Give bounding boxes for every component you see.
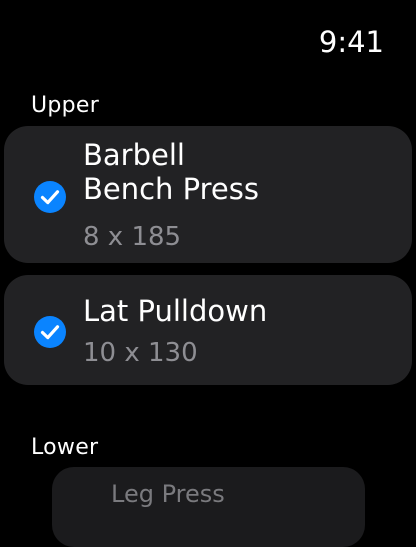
exercise-title: Barbell Bench Press [83, 138, 392, 206]
exercise-title: Lat Pulldown [83, 294, 268, 328]
section-header-lower: Lower [31, 435, 99, 460]
exercise-title-line-2: Bench Press [83, 172, 259, 206]
exercise-row-bench-press[interactable]: Barbell Bench Press 8 x 185 [4, 126, 412, 263]
exercise-row-lat-pulldown[interactable]: Lat Pulldown 10 x 130 [4, 275, 412, 385]
exercise-detail: 8 x 185 [83, 222, 182, 252]
exercise-title: Leg Press [111, 480, 225, 508]
exercise-detail: 10 x 130 [83, 338, 198, 368]
status-time: 9:41 [318, 25, 384, 59]
exercise-row-leg-press[interactable]: Leg Press [52, 467, 365, 547]
checkmark-circle-icon[interactable] [33, 180, 67, 214]
section-header-upper: Upper [31, 93, 100, 118]
checkmark-circle-icon[interactable] [33, 315, 67, 349]
exercise-title-line-1: Barbell [83, 138, 185, 172]
